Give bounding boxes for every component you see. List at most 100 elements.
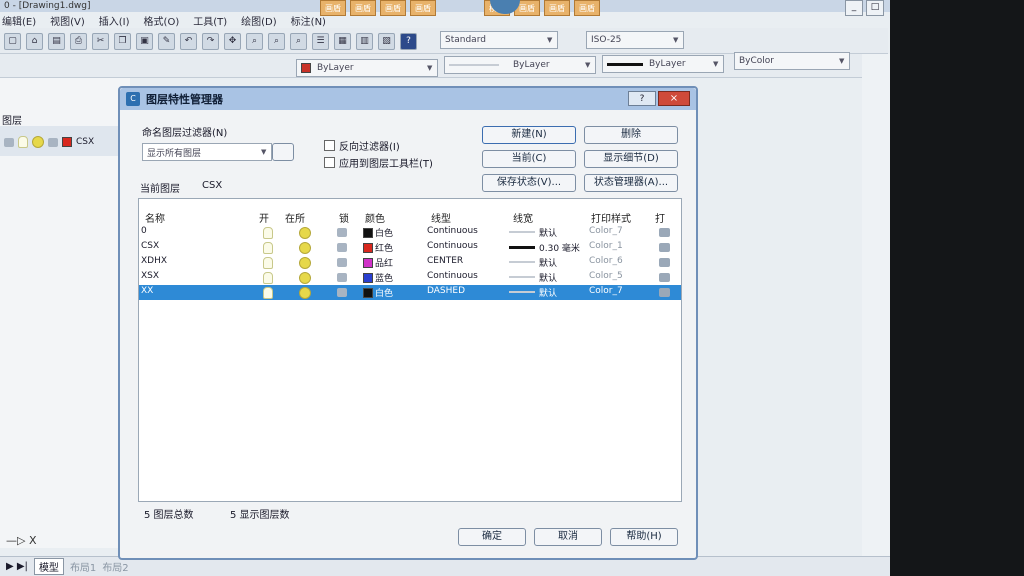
layer-freeze-icon[interactable] [299, 287, 311, 299]
cut-icon[interactable]: ✂ [92, 33, 109, 50]
filter-browse-button[interactable] [272, 143, 294, 161]
layer-plotstyle[interactable]: Color_7 [589, 286, 623, 296]
left-layer-current[interactable]: CSX [76, 137, 94, 147]
layer-plotstyle[interactable]: Color_7 [589, 226, 623, 236]
state-manager-button[interactable]: 状态管理器(A)... [584, 174, 678, 192]
layer-linetype[interactable]: Continuous [427, 271, 478, 281]
layer-color-name[interactable]: 品红 [375, 256, 393, 269]
undo-icon[interactable]: ↶ [180, 33, 197, 50]
layer-on-icon[interactable] [263, 257, 273, 269]
layer-plot-icon[interactable] [659, 258, 670, 267]
open-file-icon[interactable]: ⌂ [26, 33, 43, 50]
tab-model[interactable]: 模型 [33, 558, 64, 575]
column-lineweight[interactable]: 线宽 [513, 210, 533, 225]
layer-plot-icon[interactable] [659, 228, 670, 237]
layer-freeze-icon[interactable] [299, 227, 311, 239]
column-linetype[interactable]: 线型 [431, 210, 451, 225]
layer-row[interactable]: 0 白色 Continuous 默认 Color_7 [139, 225, 681, 240]
save-state-button[interactable]: 保存状态(V)... [482, 174, 576, 192]
layer-plotstyle[interactable]: Color_1 [589, 241, 623, 251]
invert-filter-checkbox[interactable]: 反向过滤器(I) [324, 138, 400, 153]
dim-style-combo[interactable]: ISO-25 ▼ [586, 31, 684, 49]
column-color[interactable]: 颜色 [365, 210, 385, 225]
shortcut-tab[interactable]: 画盾 [574, 0, 600, 16]
new-layer-button[interactable]: 新建(N) [482, 126, 576, 144]
layer-lineweight[interactable]: 默认 [539, 286, 557, 299]
close-button[interactable]: × [658, 91, 690, 106]
layer-plotstyle[interactable]: Color_6 [589, 256, 623, 266]
layer-row[interactable]: XDHX 品红 CENTER 默认 Color_6 [139, 255, 681, 270]
shortcut-tab[interactable]: 画盾 [544, 0, 570, 16]
apply-to-toolbar-checkbox[interactable]: 应用到图层工具栏(T) [324, 155, 433, 170]
layer-on-icon[interactable] [263, 287, 273, 299]
plotstyle-combo[interactable]: ByColor ▼ [734, 52, 850, 70]
text-style-combo[interactable]: Standard ▼ [440, 31, 558, 49]
redo-icon[interactable]: ↷ [202, 33, 219, 50]
tab-nav-arrows[interactable]: ▶ ▶| [6, 561, 28, 572]
layer-lineweight[interactable]: 默认 [539, 271, 557, 284]
minimize-button[interactable]: _ [845, 0, 863, 16]
save-icon[interactable]: ▤ [48, 33, 65, 50]
layer-color-name[interactable]: 蓝色 [375, 271, 393, 284]
layer-on-icon[interactable] [263, 242, 273, 254]
menu-item-view[interactable]: 视图(V) [50, 13, 85, 28]
layer-lock-icon[interactable] [337, 288, 347, 297]
menu-item-insert[interactable]: 插入(I) [99, 13, 130, 28]
help-icon[interactable]: ? [400, 33, 417, 50]
shortcut-tab[interactable]: 画盾 [350, 0, 376, 16]
tab-layout2[interactable]: 布局2 [102, 559, 128, 574]
help-button[interactable]: ? [628, 91, 656, 106]
layer-color-swatch[interactable] [363, 243, 373, 253]
layer-lock-icon[interactable] [337, 243, 347, 252]
column-lock[interactable]: 锁 [339, 210, 349, 225]
layer-freeze-icon[interactable] [299, 257, 311, 269]
layer-lock-icon[interactable] [337, 273, 347, 282]
column-freeze[interactable]: 在所 [285, 210, 305, 225]
markup-icon[interactable]: ▧ [378, 33, 395, 50]
layer-name[interactable]: XX [141, 286, 153, 296]
layer-lock-icon[interactable] [337, 258, 347, 267]
column-on[interactable]: 开 [259, 210, 269, 225]
layer-plot-icon[interactable] [659, 273, 670, 282]
layer-freeze-icon[interactable] [299, 272, 311, 284]
color-combo[interactable]: ByLayer ▼ [296, 59, 438, 77]
layer-linetype[interactable]: DASHED [427, 286, 465, 296]
shortcut-tab[interactable]: 画盾 [380, 0, 406, 16]
layer-row[interactable]: XSX 蓝色 Continuous 默认 Color_5 [139, 270, 681, 285]
layer-name[interactable]: CSX [141, 241, 159, 251]
layer-color-swatch[interactable] [363, 288, 373, 298]
layer-color-swatch[interactable] [363, 273, 373, 283]
layer-linetype[interactable]: CENTER [427, 256, 463, 266]
show-details-button[interactable]: 显示细节(D) [584, 150, 678, 168]
layer-color-swatch[interactable] [363, 258, 373, 268]
linetype-combo[interactable]: ByLayer ▼ [444, 56, 596, 74]
shortcut-tab[interactable]: 画盾 [320, 0, 346, 16]
zoom-previous-icon[interactable]: ⌕ [290, 33, 307, 50]
design-center-icon[interactable]: ▦ [334, 33, 351, 50]
layer-row[interactable]: XX 白色 DASHED 默认 Color_7 [139, 285, 681, 300]
layer-row[interactable]: CSX 红色 Continuous 0.30 毫米 Color_1 [139, 240, 681, 255]
layer-color-name[interactable]: 红色 [375, 241, 393, 254]
print-icon[interactable]: ⎙ [70, 33, 87, 50]
menu-item-tools[interactable]: 工具(T) [193, 13, 227, 28]
layer-on-icon[interactable] [263, 272, 273, 284]
dialog-title-bar[interactable]: C 图层特性管理器 [120, 88, 696, 110]
layer-states-icon[interactable] [4, 137, 14, 147]
layer-lineweight[interactable]: 默认 [539, 226, 557, 239]
menu-item-draw[interactable]: 绘图(D) [241, 13, 277, 28]
ok-button[interactable]: 确定 [458, 528, 526, 546]
copy-icon[interactable]: ❐ [114, 33, 131, 50]
layer-lock-icon[interactable] [337, 228, 347, 237]
cancel-button[interactable]: 取消 [534, 528, 602, 546]
pan-icon[interactable]: ✥ [224, 33, 241, 50]
properties-icon[interactable]: ☰ [312, 33, 329, 50]
tab-layout1[interactable]: 布局1 [70, 559, 96, 574]
set-current-button[interactable]: 当前(C) [482, 150, 576, 168]
shortcut-tab[interactable]: 画盾 [410, 0, 436, 16]
layer-linetype[interactable]: Continuous [427, 241, 478, 251]
help-dialog-button[interactable]: 帮助(H) [610, 528, 678, 546]
layer-lineweight[interactable]: 默认 [539, 256, 557, 269]
layer-lineweight[interactable]: 0.30 毫米 [539, 241, 580, 254]
zoom-realtime-icon[interactable]: ⌕ [246, 33, 263, 50]
column-name[interactable]: 名称 [145, 210, 165, 225]
